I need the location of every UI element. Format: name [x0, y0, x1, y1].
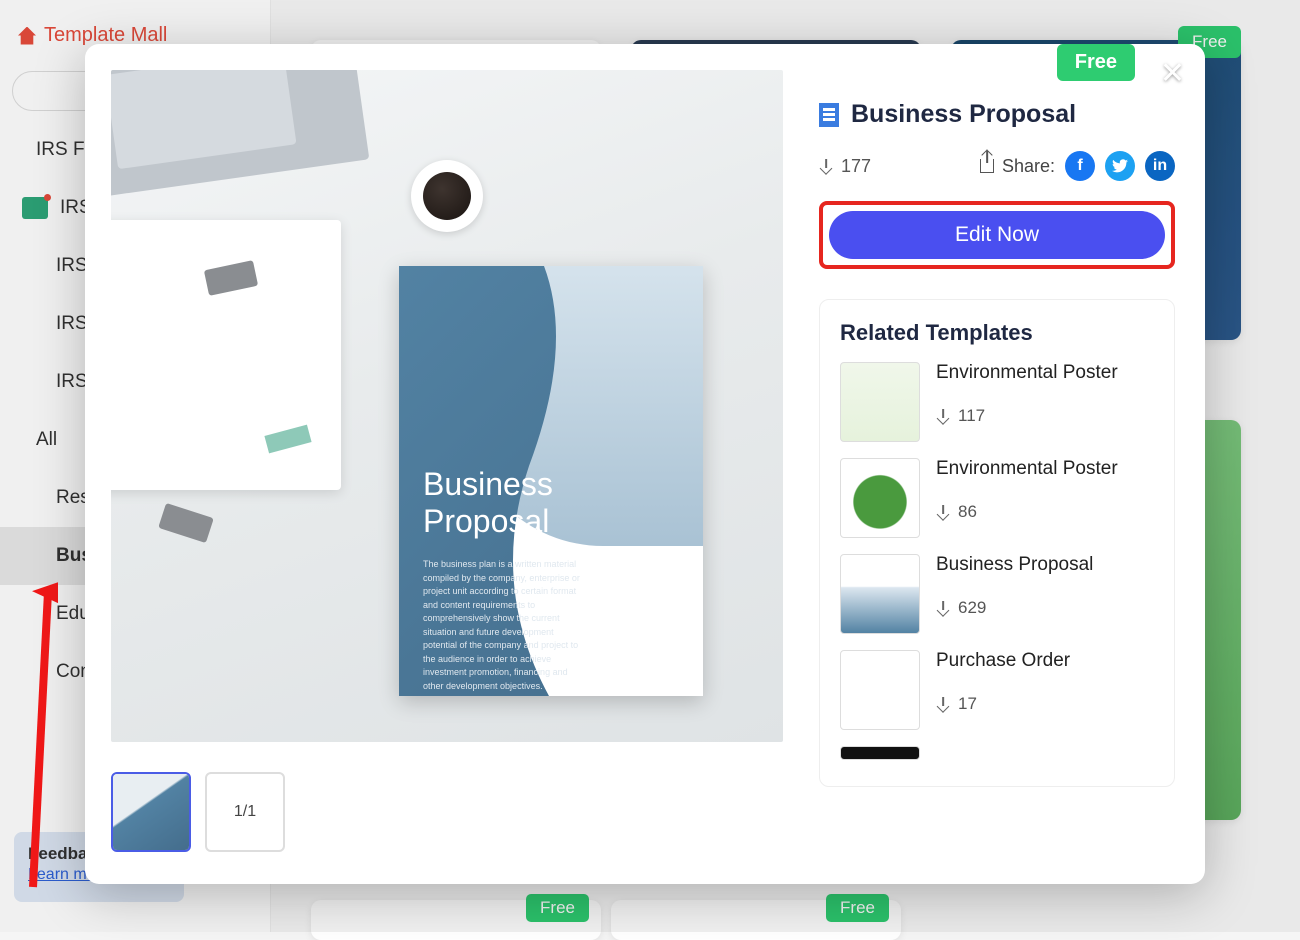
thumbnail-page-1[interactable] [111, 772, 191, 852]
free-badge: Free [1057, 44, 1135, 81]
meta-row: 177 Share: f in [819, 151, 1175, 181]
modal-close-button[interactable]: ✕ [1160, 56, 1185, 91]
decor-laptop [111, 70, 369, 199]
share-twitter-button[interactable] [1105, 151, 1135, 181]
related-item[interactable]: Business Proposal 629 [840, 554, 1154, 634]
edit-button-highlight: Edit Now [819, 201, 1175, 269]
related-name: Business Proposal [936, 554, 1154, 576]
share-row: Share: f in [980, 151, 1175, 181]
page-indicator: 1/1 [205, 772, 285, 852]
decor-notebook [111, 220, 341, 490]
related-templates: Related Templates Environmental Poster 1… [819, 299, 1175, 787]
decor-clip-icon [158, 503, 214, 543]
related-thumb [840, 554, 920, 634]
side-panel: Business Proposal 177 Share: f in Edit N [819, 100, 1175, 787]
doc-title: BusinessProposal [423, 466, 553, 540]
related-thumb [840, 746, 920, 760]
related-thumb [840, 362, 920, 442]
download-count: 177 [819, 156, 871, 177]
share-icon [980, 159, 994, 173]
edit-now-button[interactable]: Edit Now [829, 211, 1165, 259]
related-name: Environmental Poster [936, 458, 1154, 480]
template-title: Business Proposal [851, 100, 1076, 129]
related-thumb [840, 458, 920, 538]
template-title-row: Business Proposal [819, 100, 1175, 129]
related-download-count: 17 [936, 694, 1154, 714]
related-download-count: 117 [936, 406, 1154, 426]
document-icon [819, 103, 839, 127]
download-icon [936, 505, 950, 519]
template-preview-image: BusinessProposal The business plan is a … [111, 70, 783, 742]
related-name: Purchase Order [936, 650, 1154, 672]
download-icon [819, 159, 833, 173]
related-thumb [840, 650, 920, 730]
template-preview-modal: Free ✕ BusinessProposal The business pla… [85, 44, 1205, 884]
share-facebook-button[interactable]: f [1065, 151, 1095, 181]
related-download-count: 629 [936, 598, 1154, 618]
download-icon [936, 697, 950, 711]
related-name: Environmental Poster [936, 362, 1154, 384]
related-item[interactable] [840, 746, 1154, 760]
share-label: Share: [980, 156, 1055, 177]
related-download-count: 86 [936, 502, 1154, 522]
document-mockup: BusinessProposal The business plan is a … [399, 266, 703, 696]
related-title: Related Templates [840, 320, 1154, 346]
related-item[interactable]: Environmental Poster 86 [840, 458, 1154, 538]
download-icon [936, 601, 950, 615]
doc-description: The business plan is a written material … [423, 558, 583, 693]
related-item[interactable]: Environmental Poster 117 [840, 362, 1154, 442]
thumbnail-strip: 1/1 [111, 772, 285, 852]
decor-coffee-icon [411, 160, 483, 232]
download-icon [936, 409, 950, 423]
share-linkedin-button[interactable]: in [1145, 151, 1175, 181]
related-item[interactable]: Purchase Order 17 [840, 650, 1154, 730]
